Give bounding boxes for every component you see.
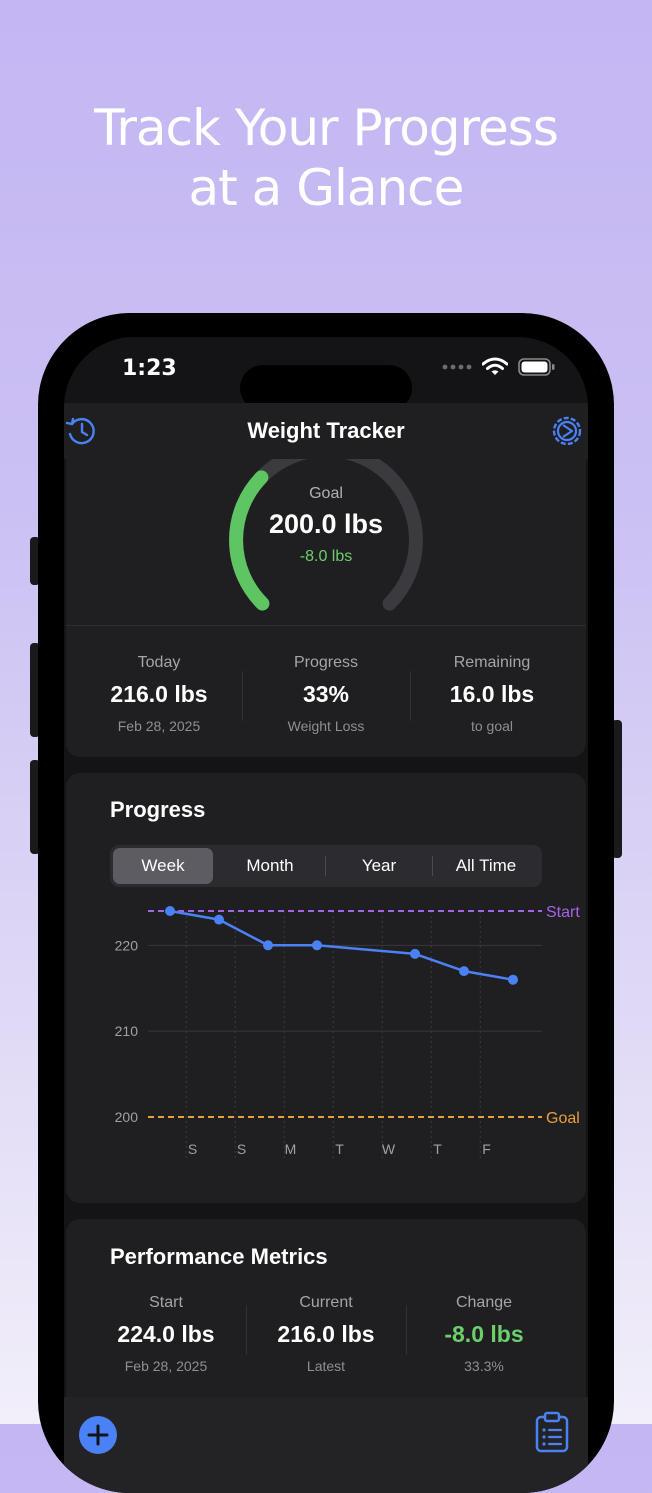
battery-icon — [518, 358, 555, 376]
metric-start: Start 224.0 lbs Feb 28, 2025 — [86, 1294, 246, 1374]
metric-sub: Latest — [306, 1358, 346, 1374]
time-range-segmented-control: Week Month Year All Time — [110, 845, 542, 887]
data-point — [263, 940, 273, 951]
tab-all-time[interactable]: All Time — [434, 848, 538, 884]
goal-gauge — [229, 459, 423, 611]
metric-sub: 33.3% — [464, 1358, 504, 1374]
data-point — [459, 966, 469, 977]
y-tick-label: 210 — [115, 1023, 139, 1039]
goal-card: Goal 200.0 lbs -8.0 lbs Today 216.0 lbs … — [66, 459, 586, 757]
weight-chart: 200 210 220 Start Goal S S M T W T F — [115, 904, 580, 1159]
segment-divider — [432, 856, 433, 876]
status-icons — [442, 357, 556, 377]
stat-value: 16.0 lbs — [449, 681, 535, 707]
x-tick-label: F — [482, 1141, 491, 1157]
metric-label: Current — [299, 1294, 353, 1311]
metric-label: Change — [455, 1294, 513, 1311]
metric-value: -8.0 lbs — [444, 1321, 524, 1347]
stat-divider — [242, 671, 243, 721]
stat-sub: Feb 28, 2025 — [117, 718, 201, 734]
x-tick-label: S — [237, 1141, 246, 1157]
plus-icon[interactable] — [78, 1415, 118, 1455]
phone-frame: 1:23 Weight Tracker Goal 200.0 lbs -8.0 … — [38, 313, 614, 1493]
metric-change: Change -8.0 lbs 33.3% — [404, 1294, 564, 1374]
nav-bar: Weight Tracker — [64, 403, 588, 459]
data-point — [410, 948, 420, 959]
reference-label-start: Start — [546, 904, 580, 921]
stat-label: Today — [137, 654, 181, 671]
metric-value: 224.0 lbs — [117, 1321, 215, 1347]
stat-value: 33% — [302, 681, 350, 707]
cellular-dots-icon — [442, 364, 472, 370]
stat-sub: to goal — [470, 718, 514, 734]
nav-title: Weight Tracker — [247, 418, 405, 443]
tab-year[interactable]: Year — [327, 848, 431, 884]
data-point — [312, 940, 322, 951]
stat-remaining: Remaining 16.0 lbs to goal — [412, 654, 572, 734]
progress-card-title: Progress — [110, 797, 206, 822]
clipboard-icon[interactable] — [534, 1411, 570, 1453]
x-tick-label: W — [382, 1141, 396, 1157]
settings-icon[interactable] — [550, 414, 584, 448]
metric-current: Current 216.0 lbs Latest — [246, 1294, 406, 1374]
data-point — [508, 974, 518, 985]
x-tick-label: S — [188, 1141, 197, 1157]
gauge-goal-value: 200.0 lbs — [268, 509, 384, 539]
data-point — [165, 906, 175, 916]
metric-value: 216.0 lbs — [277, 1321, 375, 1347]
x-tick-label: M — [285, 1141, 297, 1157]
stat-label: Remaining — [453, 654, 531, 671]
stat-progress: Progress 33% Weight Loss — [246, 654, 406, 734]
tab-week[interactable]: Week — [113, 848, 213, 884]
data-point — [214, 914, 224, 925]
bottom-toolbar — [64, 1397, 588, 1493]
stat-sub: Weight Loss — [287, 718, 365, 734]
metric-label: Start — [149, 1294, 183, 1311]
y-tick-label: 200 — [115, 1109, 139, 1125]
segment-divider — [325, 856, 326, 876]
status-time: 1:23 — [122, 356, 177, 381]
gauge-delta: -8.0 lbs — [299, 548, 353, 565]
metrics-card-title: Performance Metrics — [110, 1244, 328, 1269]
stat-today: Today 216.0 lbs Feb 28, 2025 — [79, 654, 239, 734]
headline-line-2: at a Glance — [188, 159, 465, 217]
headline-line-1: Track Your Progress — [94, 99, 559, 157]
x-tick-label: T — [433, 1141, 442, 1157]
tab-month[interactable]: Month — [218, 848, 322, 884]
marketing-headline: Track Your Progress at a Glance — [0, 98, 652, 218]
stat-label: Progress — [293, 654, 359, 671]
progress-card: Progress Week Month Year All Time 200 210… — [66, 773, 586, 1203]
card-separator — [66, 625, 586, 626]
wifi-icon — [482, 357, 508, 375]
metric-sub: Feb 28, 2025 — [124, 1358, 208, 1374]
x-tick-label: T — [335, 1141, 344, 1157]
reference-label-goal: Goal — [546, 1110, 580, 1127]
stat-value: 216.0 lbs — [110, 681, 208, 707]
phone-screen: 1:23 Weight Tracker Goal 200.0 lbs -8.0 … — [64, 337, 588, 1493]
y-tick-label: 220 — [115, 937, 139, 953]
gauge-label: Goal — [309, 485, 343, 502]
stat-divider — [410, 671, 411, 721]
